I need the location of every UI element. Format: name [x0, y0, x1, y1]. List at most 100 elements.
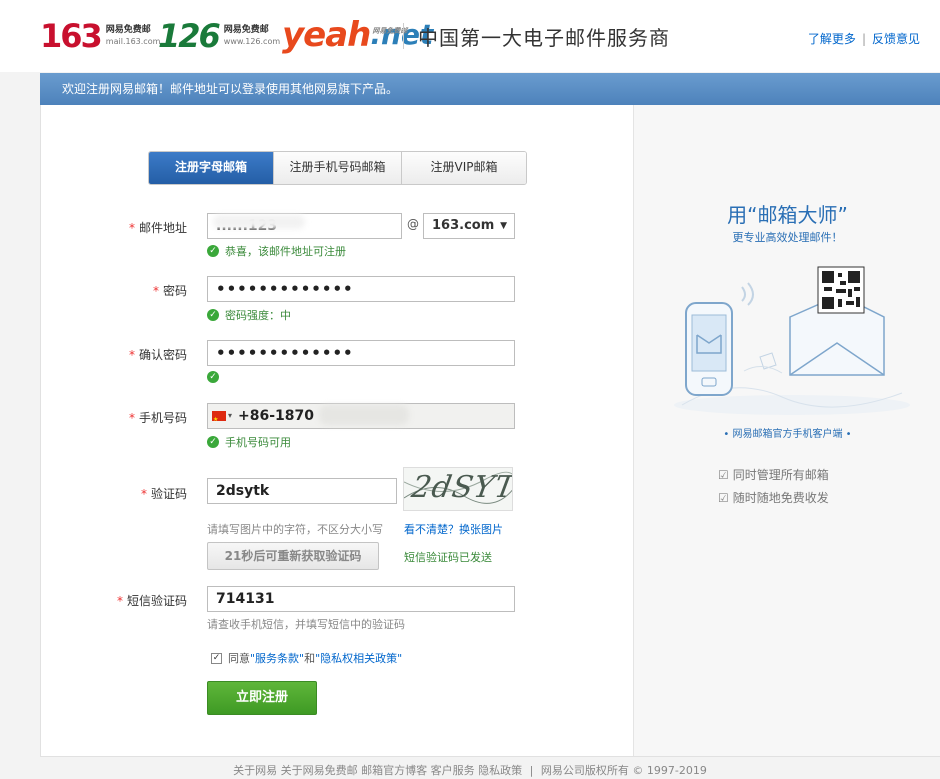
refresh-captcha-link[interactable]: 看不清楚？换张图片 — [404, 521, 503, 537]
promo-panel: 用“邮箱大师” 更专业高效处理邮件！ • 网易邮箱官方手机客户端 • ☑ 同时管理… — [633, 105, 940, 756]
domain-select[interactable]: 163.com ▼ — [423, 213, 515, 239]
check-icon: ☑ — [718, 468, 729, 482]
terms-link[interactable]: "服务条款" — [250, 650, 304, 666]
feature-text: 随时随地免费收发 — [732, 491, 829, 505]
required-mark: * — [140, 487, 147, 501]
header-divider — [403, 23, 404, 49]
feature-text: 同时管理所有邮箱 — [732, 468, 829, 482]
agree-pre-text: 同意 — [228, 652, 250, 665]
tab-phone-email[interactable]: 注册手机号码邮箱 — [273, 152, 401, 184]
feedback-link[interactable]: 反馈意见 — [872, 32, 920, 46]
captcha-image[interactable]: 2dSYTk — [403, 467, 513, 511]
phone-ok-text: 手机号码可用 — [225, 436, 291, 449]
phone-ok-hint: ✓ 手机号码可用 — [207, 434, 291, 450]
learn-more-link[interactable]: 了解更多 — [808, 32, 856, 46]
page-footer: 关于网易 关于网易免费邮 邮箱官方博客 客户服务 隐私政策 | 网易公司版权所有… — [0, 762, 940, 778]
required-mark: * — [128, 348, 135, 362]
captcha-label-text: 验证码 — [150, 487, 187, 501]
top-links: 了解更多 | 反馈意见 — [808, 30, 920, 47]
confirm-label-text: 确认密码 — [138, 348, 187, 362]
copyright: 网易公司版权所有 © 1997-2019 — [540, 764, 707, 777]
email-ok-text: 恭喜，该邮件地址可注册 — [225, 245, 346, 258]
agree-and-text: 和 — [304, 652, 316, 665]
at-sign: @ — [407, 217, 419, 231]
sms-code-label: * 短信验证码 — [117, 592, 187, 609]
chevron-down-icon: ▼ — [500, 221, 507, 231]
password-label-text: 密码 — [162, 284, 187, 298]
password-label: * 密码 — [153, 282, 187, 299]
privacy-link[interactable]: "隐私权相关政策" — [315, 650, 402, 666]
footer-link[interactable]: 关于网易 — [233, 764, 277, 777]
captcha-hint: 请填写图片中的字符，不区分大小写 — [207, 523, 383, 536]
required-mark: * — [128, 411, 135, 425]
footer-link[interactable]: 客户服务 — [431, 764, 475, 777]
logo-126-number: 126 — [158, 17, 221, 55]
required-mark: * — [152, 284, 159, 298]
top-link-separator: | — [861, 32, 866, 46]
redaction-blur — [319, 405, 409, 425]
check-icon: ☑ — [718, 491, 729, 505]
header-slogan: 中国第一大电子邮件服务商 — [418, 26, 670, 50]
logo-163-cn: 网易免费邮 — [105, 25, 151, 35]
logo-163-number: 163 — [40, 17, 103, 55]
caret-down-icon[interactable]: ▾ — [228, 404, 232, 428]
feature-item: ☑ 同时管理所有邮箱 — [718, 466, 829, 483]
mail-master-illustration — [674, 266, 910, 415]
check-circle-icon: ✓ — [207, 371, 219, 383]
resend-sms-button[interactable]: 21秒后可重新获取验证码 — [207, 542, 379, 570]
logo-yeah-text: yeah — [282, 15, 371, 55]
logo-126[interactable]: 126 网易免费邮 www.126.com — [158, 20, 280, 52]
email-label-text: 邮件地址 — [138, 221, 187, 235]
domain-value: 163.com — [432, 218, 495, 233]
logo-126-cn: 网易免费邮 — [223, 25, 269, 35]
email-ok-hint: ✓ 恭喜，该邮件地址可注册 — [207, 243, 346, 259]
email-label: * 邮件地址 — [129, 219, 187, 236]
china-flag-icon[interactable] — [212, 408, 226, 432]
phone-value: +86-1870 — [238, 408, 314, 424]
sms-code-label-text: 短信验证码 — [126, 594, 187, 608]
logo-163-url: mail.163.com — [105, 37, 161, 46]
required-mark: * — [128, 221, 135, 235]
redaction-blur — [213, 215, 305, 229]
confirm-ok-hint: ✓ — [207, 371, 225, 383]
confirm-password-label: * 确认密码 — [129, 346, 187, 363]
captcha-label: * 验证码 — [141, 485, 187, 502]
sms-code-hint: 请查收手机短信，并填写短信中的验证码 — [207, 618, 405, 631]
password-input[interactable]: ••••••••••••• — [207, 276, 515, 302]
logo-126-url: www.126.com — [223, 37, 281, 46]
phone-label: * 手机号码 — [129, 409, 187, 426]
promo-title: 用“邮箱大师” — [727, 203, 848, 227]
password-strength-text: 密码强度：中 — [225, 309, 291, 322]
captcha-input[interactable]: 2dsytk — [207, 478, 397, 504]
footer-link[interactable]: 关于网易免费邮 — [281, 764, 358, 777]
check-circle-icon: ✓ — [207, 436, 219, 448]
registration-card: 注册字母邮箱 注册手机号码邮箱 注册VIP邮箱 *邮件地址 ......123 … — [40, 105, 940, 757]
check-circle-icon: ✓ — [207, 245, 219, 257]
welcome-banner: 欢迎注册网易邮箱！邮件地址可以登录使用其他网易旗下产品。 — [40, 73, 940, 105]
required-mark: * — [116, 594, 123, 608]
captcha-text: 2dSYTk — [408, 470, 513, 505]
phone-label-text: 手机号码 — [138, 411, 187, 425]
footer-link[interactable]: 隐私政策 — [478, 764, 522, 777]
footer-link[interactable]: 邮箱官方博客 — [361, 764, 427, 777]
client-caption: • 网易邮箱官方手机客户端 • — [723, 429, 852, 440]
logo-163-sub: 网易免费邮 mail.163.com — [106, 25, 161, 47]
register-tabs: 注册字母邮箱 注册手机号码邮箱 注册VIP邮箱 — [148, 151, 527, 185]
page-header: 163 网易免费邮 mail.163.com 126 网易免费邮 www.126… — [0, 0, 940, 72]
logo-126-sub: 网易免费邮 www.126.com — [224, 25, 280, 47]
feature-item: ☑ 随时随地免费收发 — [718, 489, 829, 506]
check-circle-icon: ✓ — [207, 309, 219, 321]
sms-sent-status: 短信验证码已发送 — [404, 551, 492, 564]
tab-letter-email[interactable]: 注册字母邮箱 — [149, 152, 273, 184]
register-submit-button[interactable]: 立即注册 — [207, 681, 317, 715]
promo-subtitle: 更专业高效处理邮件！ — [732, 231, 843, 244]
tab-vip-email[interactable]: 注册VIP邮箱 — [401, 152, 526, 184]
agreement-row: ✓ 同意 "服务条款" 和 "隐私权相关政策" — [211, 650, 402, 666]
sms-code-input[interactable]: 714131 — [207, 586, 515, 612]
password-strength-hint: ✓ 密码强度：中 — [207, 307, 291, 323]
confirm-password-input[interactable]: ••••••••••••• — [207, 340, 515, 366]
logo-163[interactable]: 163 网易免费邮 mail.163.com — [40, 20, 160, 52]
logo-yeah-net[interactable]: yeah 网易免费邮 .net — [282, 18, 433, 52]
footer-separator: | — [529, 764, 534, 777]
agree-checkbox[interactable]: ✓ — [211, 652, 222, 664]
